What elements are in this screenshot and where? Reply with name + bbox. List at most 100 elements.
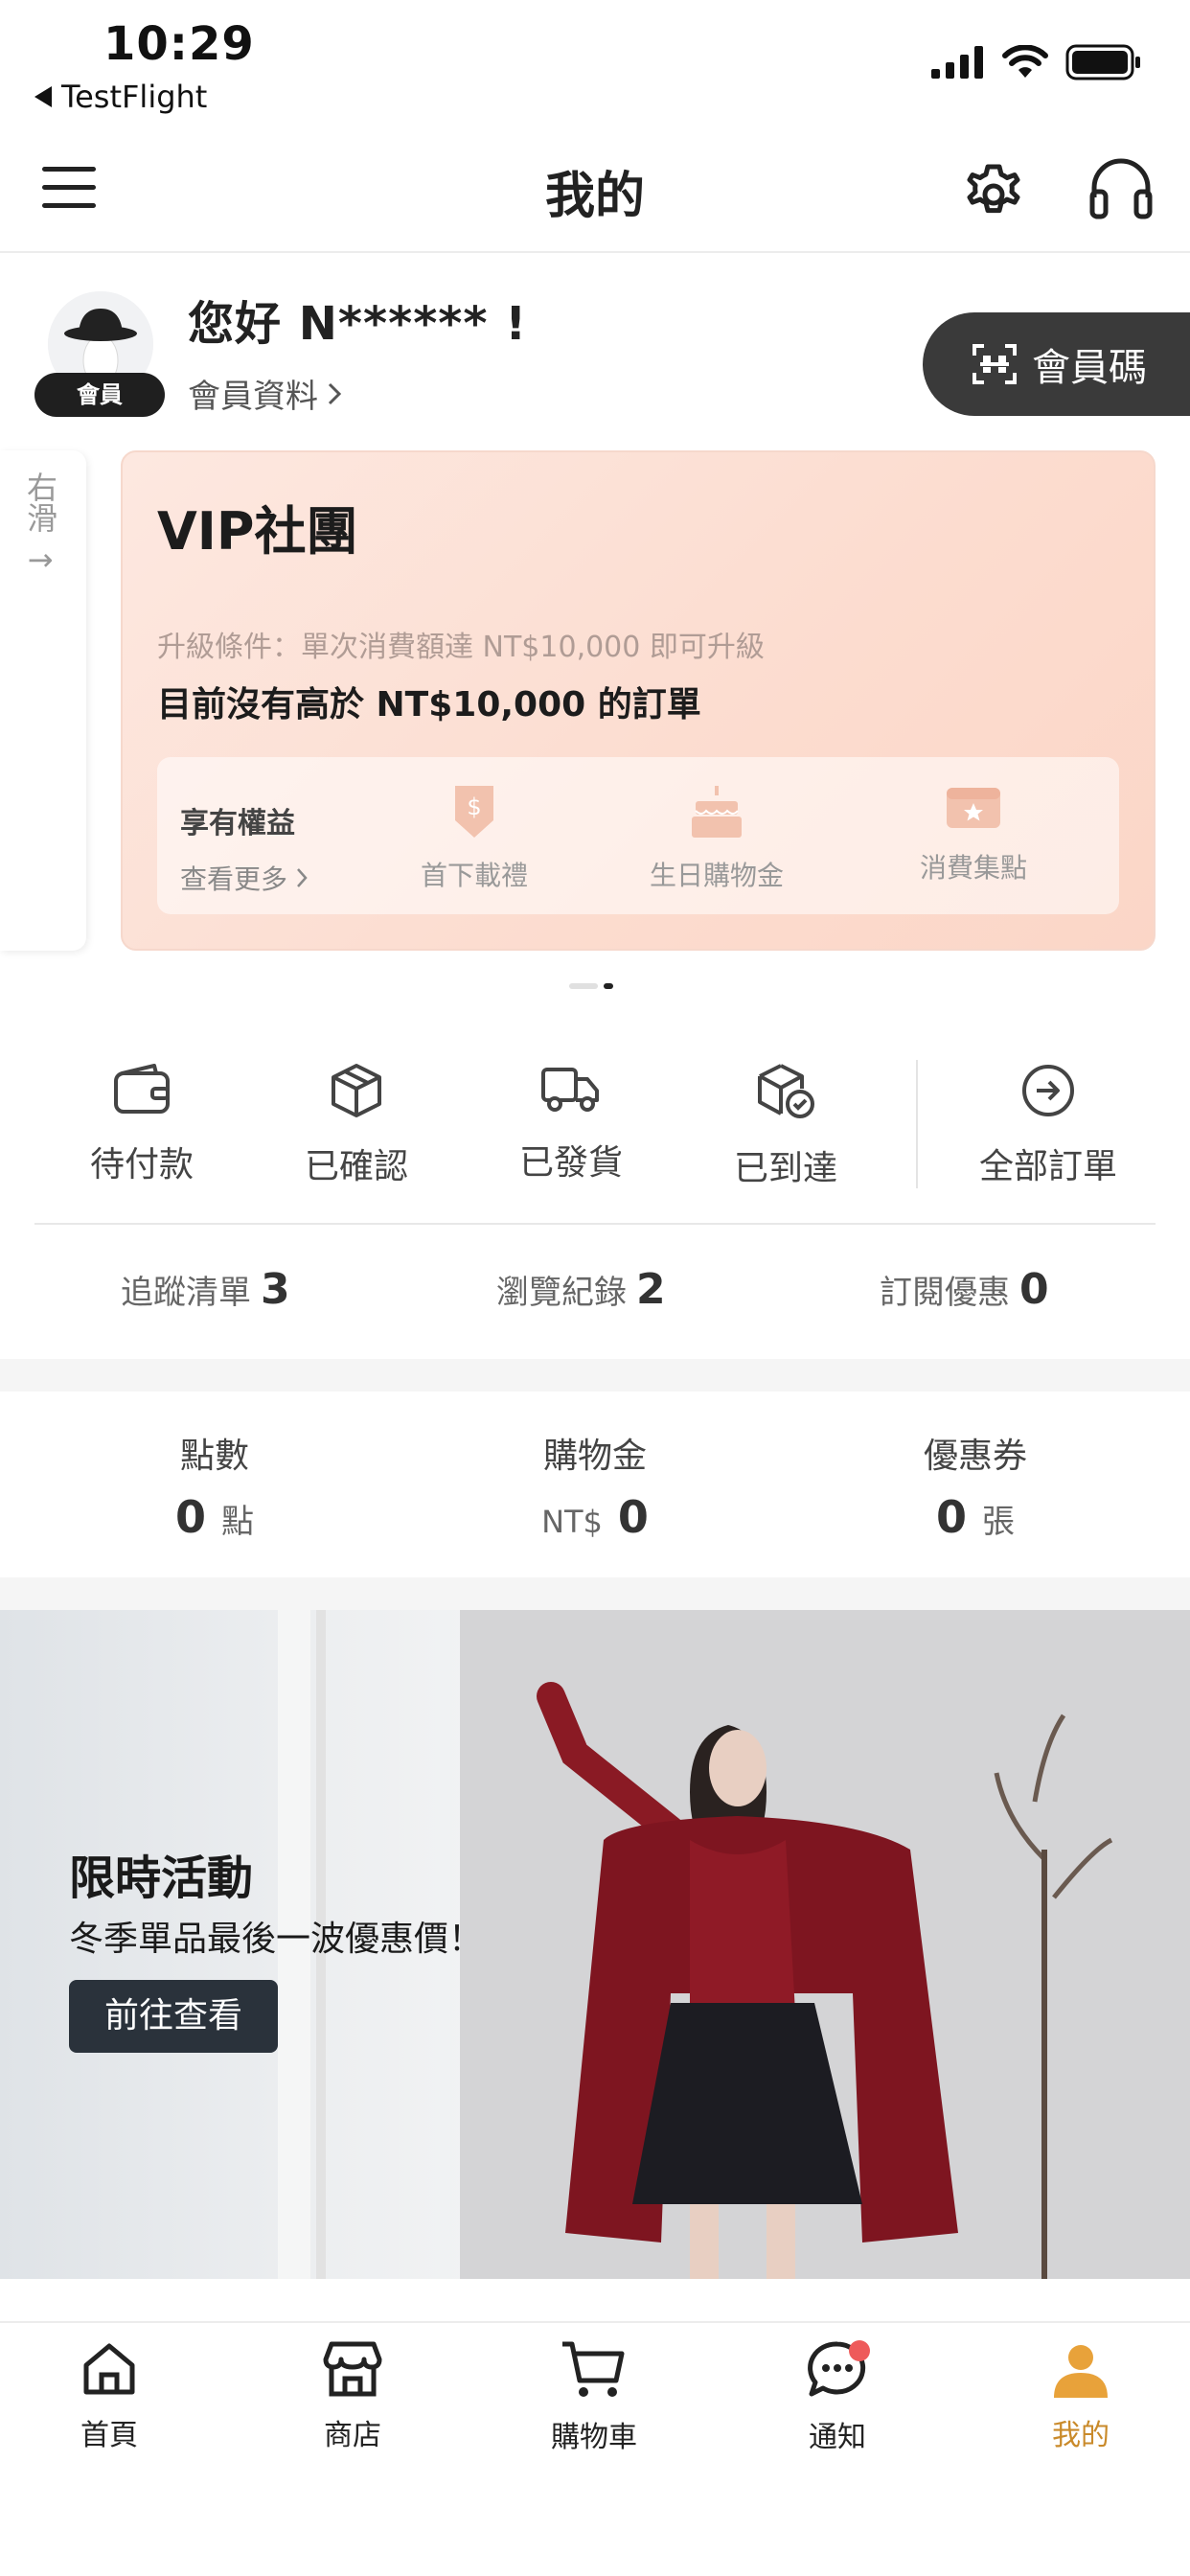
tab-store[interactable]: 商店 — [266, 2338, 439, 2453]
svg-text:$: $ — [467, 794, 481, 820]
benefits-see-more-link[interactable]: 查看更多 — [180, 859, 309, 897]
member-code-button[interactable]: 會員碼 — [923, 312, 1190, 416]
box-check-icon — [758, 1064, 814, 1118]
wallet-value-row: NT$ 0 — [451, 1491, 739, 1543]
wallet-value: 0 — [935, 1491, 967, 1543]
stat-count: 3 — [261, 1265, 290, 1314]
wallet-value: 0 — [174, 1491, 206, 1543]
status-icons — [931, 44, 1142, 80]
tab-label: 購物車 — [551, 2421, 637, 2454]
wallet-label: 購物金 — [542, 1437, 647, 1476]
benefit-label: 首下載禮 — [420, 860, 528, 891]
wallet-unit: 點 — [221, 1503, 255, 1541]
tab-label: 商店 — [324, 2419, 381, 2452]
chevron-right-icon — [328, 382, 342, 404]
member-code-label: 會員碼 — [1032, 346, 1147, 390]
qr-scan-icon — [973, 344, 1017, 384]
download-gift-icon: $ — [455, 786, 493, 838]
vip-upgrade-condition: 升級條件：單次消費額達 NT$10,000 即可升級 — [157, 631, 765, 664]
person-icon — [1054, 2345, 1108, 2398]
stat-history[interactable]: 瀏覽紀錄 2 — [496, 1265, 666, 1314]
tab-label: 首頁 — [80, 2419, 138, 2452]
order-pending-payment[interactable]: 待付款 — [56, 1062, 228, 1186]
wallet-value-row: 0 點 — [71, 1491, 358, 1543]
stat-label: 訂閱優惠 — [880, 1274, 1010, 1312]
tab-home[interactable]: 首頁 — [23, 2338, 195, 2453]
tab-profile[interactable]: 我的 — [995, 2338, 1167, 2453]
benefit-points[interactable]: 消費集點 — [878, 784, 1069, 886]
stat-wishlist[interactable]: 追蹤清單 3 — [121, 1265, 290, 1314]
back-to-app-link[interactable]: TestFlight — [34, 79, 207, 115]
divider — [34, 1223, 1156, 1225]
pager-dot-active[interactable] — [604, 983, 613, 989]
tab-label: 我的 — [1052, 2419, 1110, 2452]
order-confirmed[interactable]: 已確認 — [270, 1062, 443, 1188]
notification-badge — [849, 2340, 870, 2361]
carousel-pager — [569, 983, 613, 989]
stat-label: 追蹤清單 — [121, 1274, 251, 1312]
truck-icon — [541, 1068, 599, 1112]
member-badge: 會員 — [34, 373, 165, 417]
arrow-right-icon: → — [27, 541, 54, 578]
see-more-label: 查看更多 — [180, 863, 288, 895]
wallet-icon — [114, 1064, 170, 1114]
wallet-prefix: NT$ — [541, 1504, 603, 1540]
benefit-label: 消費集點 — [919, 852, 1027, 884]
wallet-value: 0 — [617, 1491, 649, 1543]
wallet-value-row: 0 張 — [832, 1491, 1119, 1543]
cart-icon — [562, 2341, 625, 2397]
benefit-birthday-credit[interactable]: 生日購物金 — [621, 784, 812, 893]
back-app-label: TestFlight — [61, 79, 208, 115]
tab-cart[interactable]: 購物車 — [508, 2338, 680, 2455]
arrow-circle-icon — [1022, 1065, 1074, 1116]
tab-label: 通知 — [809, 2421, 866, 2454]
stat-label: 瀏覽紀錄 — [496, 1274, 627, 1312]
wallet-unit: 張 — [982, 1503, 1016, 1541]
wifi-icon — [1002, 45, 1048, 78]
vip-status: 目前沒有高於 NT$10,000 的訂單 — [157, 685, 701, 724]
promo-subtitle: 冬季單品最後一波優惠價！ — [69, 1920, 484, 1959]
benefit-label: 生日購物金 — [649, 860, 784, 891]
order-divider — [916, 1060, 918, 1188]
tab-notifications[interactable]: 通知 — [751, 2338, 924, 2455]
member-info-link[interactable]: 會員資料 — [188, 370, 343, 417]
wallet-label: 優惠券 — [923, 1437, 1027, 1476]
pager-dot[interactable] — [569, 983, 598, 989]
promo-view-button[interactable]: 前往查看 — [69, 1980, 278, 2053]
wallet-coupons[interactable]: 優惠券 0 張 — [832, 1428, 1119, 1543]
order-label: 已確認 — [304, 1147, 408, 1186]
order-shipped[interactable]: 已發貨 — [485, 1062, 657, 1184]
greeting-text: 您好 N****** ! — [188, 297, 528, 351]
wallet-label: 點數 — [179, 1437, 249, 1476]
vip-title: VIP社團 — [157, 501, 358, 562]
back-triangle-icon — [34, 86, 52, 107]
wallet-credit[interactable]: 購物金 NT$ 0 — [451, 1428, 739, 1543]
points-ticket-icon — [947, 788, 1000, 828]
chevron-right-icon — [297, 868, 308, 887]
stat-count: 2 — [636, 1265, 666, 1314]
stat-subscribed-deals[interactable]: 訂閱優惠 0 — [880, 1265, 1049, 1314]
section-gap — [0, 1359, 1190, 1392]
order-delivered[interactable]: 已到達 — [699, 1062, 872, 1190]
swipe-hint-label: 右滑 — [22, 472, 58, 533]
gear-icon[interactable] — [960, 155, 1027, 222]
section-gap — [0, 1577, 1190, 1610]
order-label: 已到達 — [733, 1149, 837, 1188]
signal-icon — [931, 46, 983, 79]
order-label: 已發貨 — [518, 1143, 623, 1183]
status-time: 10:29 — [103, 17, 255, 71]
order-label: 待付款 — [89, 1145, 194, 1184]
order-all[interactable]: 全部訂單 — [962, 1062, 1134, 1188]
member-info-label: 會員資料 — [188, 378, 318, 416]
stat-count: 0 — [1019, 1265, 1049, 1314]
box-icon — [332, 1064, 381, 1117]
benefit-download-gift[interactable]: $ 首下載禮 — [378, 784, 570, 893]
home-icon — [83, 2343, 135, 2395]
order-label: 全部訂單 — [978, 1147, 1117, 1186]
wallet-points[interactable]: 點數 0 點 — [71, 1428, 358, 1543]
battery-icon — [1065, 44, 1140, 80]
headset-icon[interactable] — [1087, 155, 1156, 220]
birthday-cake-icon — [692, 786, 742, 838]
promo-title: 限時活動 — [69, 1852, 254, 1905]
store-icon — [323, 2341, 382, 2397]
